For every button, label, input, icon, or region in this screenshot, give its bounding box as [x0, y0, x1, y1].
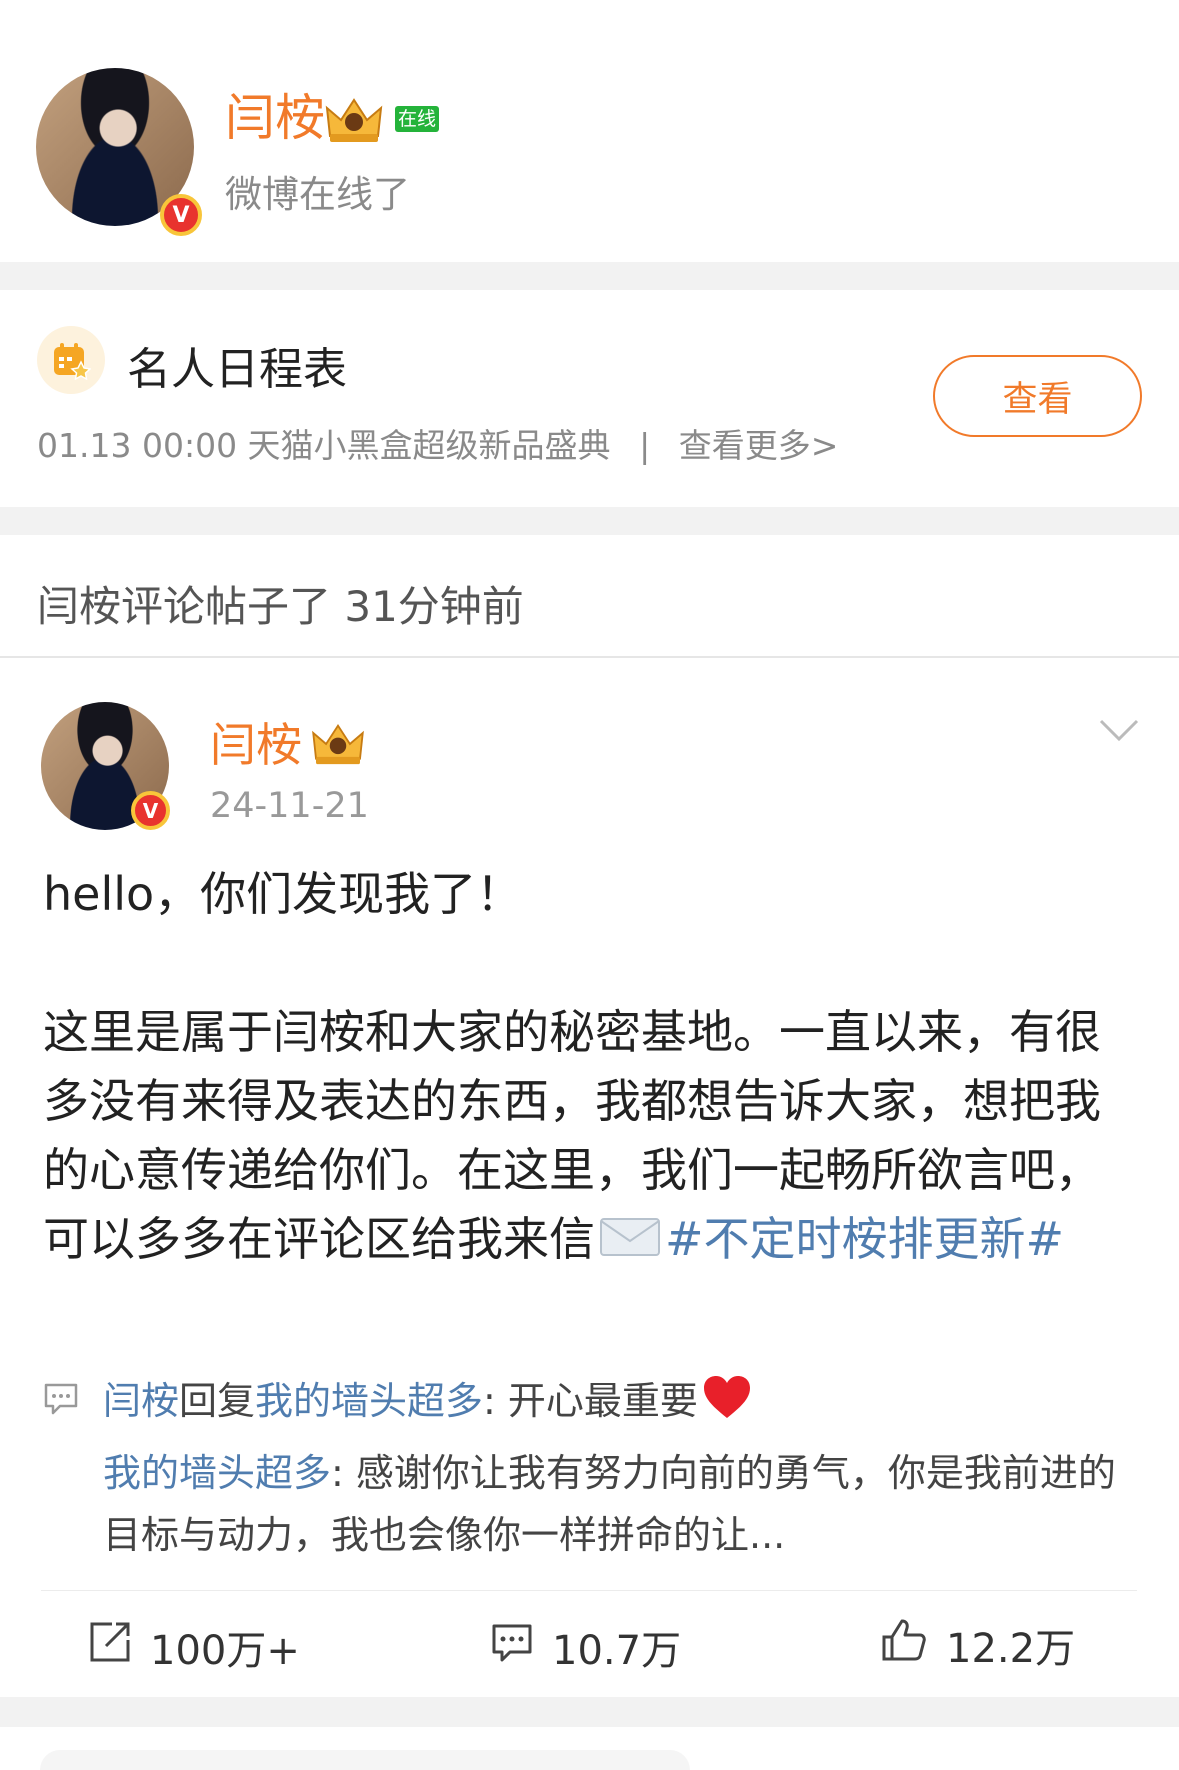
calendar-star-icon	[37, 326, 105, 394]
repost-button[interactable]: 100万+	[88, 1618, 300, 1676]
repost-icon	[88, 1620, 132, 1674]
commenter-link[interactable]: 我的墙头超多	[103, 1451, 331, 1495]
reply-line[interactable]: 闫桉回复我的墙头超多: 开心最重要	[103, 1370, 1133, 1438]
schedule-separator: |	[639, 426, 651, 465]
reply-word: 回复	[179, 1379, 256, 1423]
comment-preview[interactable]: 闫桉回复我的墙头超多: 开心最重要 我的墙头超多: 感谢你让我有努力向前的勇气，…	[103, 1370, 1133, 1566]
comment-count: 10.7万	[552, 1628, 682, 1674]
schedule-more-link[interactable]: 查看更多>	[679, 426, 839, 465]
divider	[0, 656, 1179, 658]
next-card-edge	[40, 1750, 690, 1770]
schedule-event-text[interactable]: 01.13 00:00 天猫小黑盒超级新品盛典	[37, 426, 611, 465]
profile-status: 微博在线了	[225, 173, 410, 216]
comment-line[interactable]: 我的墙头超多: 感谢你让我有努力向前的勇气，你是我前进的目标与动力，我也会像你一…	[103, 1442, 1133, 1566]
chevron-down-icon[interactable]	[1098, 716, 1140, 748]
post-date: 24-11-21	[210, 786, 369, 826]
hashtag-link[interactable]: #不定时桉排更新#	[665, 1212, 1064, 1266]
verified-badge: V	[160, 194, 202, 236]
envelope-icon	[599, 1207, 661, 1276]
crown-icon	[310, 722, 366, 766]
like-button[interactable]: 12.2万	[880, 1616, 1075, 1674]
reply-author-link[interactable]: 闫桉	[103, 1379, 179, 1423]
reply-text: : 开心最重要	[483, 1379, 698, 1423]
activity-text: 闫桉评论帖子了 31分钟前	[37, 582, 524, 631]
online-badge: 在线	[395, 106, 440, 132]
comment-button[interactable]: 10.7万	[490, 1618, 681, 1676]
schedule-title: 名人日程表	[127, 344, 347, 395]
comment-action-icon	[490, 1620, 534, 1674]
reply-target-link[interactable]: 我的墙头超多	[255, 1379, 483, 1423]
section-gap	[0, 507, 1179, 535]
post-author-name[interactable]: 闫桉	[210, 718, 302, 772]
section-gap	[0, 1697, 1179, 1727]
post-body: 这里是属于闫桉和大家的秘密基地。一直以来，有很多没有来得及表达的东西，我都想告诉…	[43, 998, 1128, 1276]
view-schedule-button[interactable]: 查看	[933, 355, 1142, 437]
like-icon	[880, 1617, 928, 1673]
verified-badge: V	[131, 791, 170, 830]
post-greeting: hello，你们发现我了！	[43, 867, 523, 921]
schedule-event[interactable]: 01.13 00:00 天猫小黑盒超级新品盛典 | 查看更多>	[37, 419, 838, 467]
section-gap	[0, 262, 1179, 290]
heart-icon	[702, 1374, 752, 1438]
like-count: 12.2万	[946, 1626, 1076, 1672]
profile-name[interactable]: 闫桉	[225, 88, 325, 148]
comment-icon	[43, 1382, 79, 1420]
crown-icon	[324, 96, 384, 144]
divider	[41, 1590, 1137, 1591]
repost-count: 100万+	[150, 1628, 300, 1674]
